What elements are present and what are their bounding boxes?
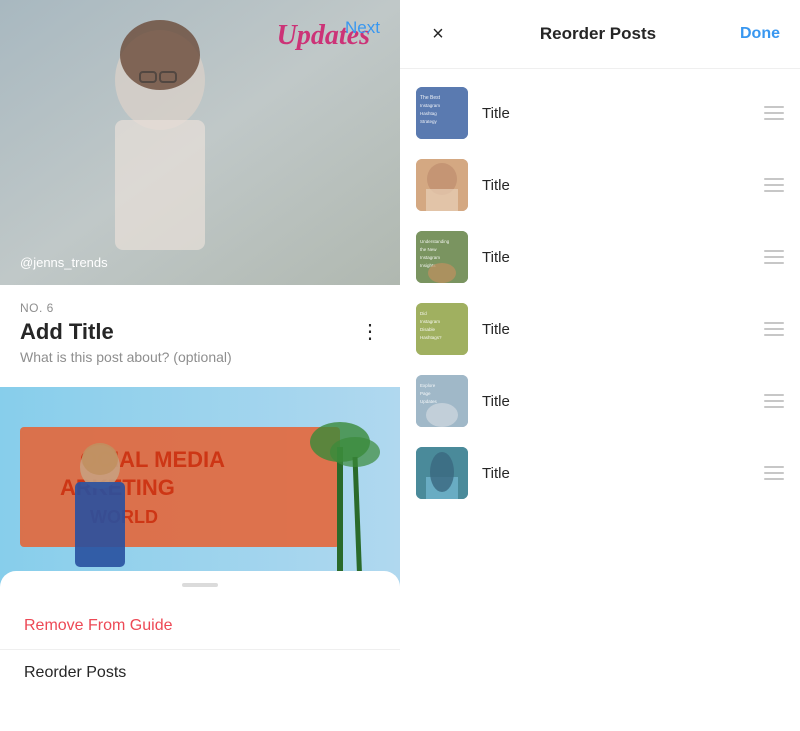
sheet-handle [182, 583, 218, 587]
reorder-list: The Best Instagram Hashtag Strategy Titl… [400, 69, 800, 731]
drag-handle-6[interactable] [764, 466, 784, 480]
more-options-icon[interactable]: ⋮ [360, 322, 380, 342]
svg-text:Hashtag: Hashtag [420, 111, 437, 116]
drag-line [764, 250, 784, 252]
drag-line [764, 328, 784, 330]
thumbnail-2 [416, 159, 468, 211]
drag-line [764, 400, 784, 402]
svg-text:Hashtags?: Hashtags? [420, 335, 442, 340]
thumbnail-3: Understanding the New Instagram Insights [416, 231, 468, 283]
thumbnail-image-1: The Best Instagram Hashtag Strategy [416, 87, 468, 139]
drag-line [764, 472, 784, 474]
item-title-2: Title [482, 177, 750, 194]
second-image-illustration: OCIAL MEDIA ARKETING WORLD [0, 387, 400, 587]
thumbnail-6 [416, 447, 468, 499]
drag-line [764, 256, 784, 258]
drag-handle-2[interactable] [764, 178, 784, 192]
reorder-header: × Reorder Posts Done [400, 0, 800, 69]
drag-line [764, 178, 784, 180]
svg-text:Updates: Updates [420, 399, 438, 404]
right-panel: × Reorder Posts Done The Best Instagram … [400, 0, 800, 731]
svg-text:Instagram: Instagram [420, 319, 440, 324]
svg-text:the New: the New [420, 247, 437, 252]
drag-line [764, 334, 784, 336]
username-label: @jenns_trends [20, 255, 108, 270]
drag-line [764, 262, 784, 264]
list-item: Understanding the New Instagram Insights… [400, 221, 800, 293]
svg-text:Disable: Disable [420, 327, 436, 332]
thumbnail-image-2 [416, 159, 468, 211]
close-button[interactable]: × [420, 16, 456, 52]
done-button[interactable]: Done [740, 25, 780, 43]
svg-text:Did: Did [420, 311, 427, 316]
svg-text:Strategy: Strategy [420, 119, 438, 124]
drag-line [764, 394, 784, 396]
drag-line [764, 190, 784, 192]
drag-handle-3[interactable] [764, 250, 784, 264]
drag-handle-4[interactable] [764, 322, 784, 336]
svg-text:Understanding: Understanding [420, 239, 450, 244]
post-title-row: Add Title ⋮ [20, 319, 380, 345]
svg-text:Page: Page [420, 391, 431, 396]
svg-text:Explore: Explore [420, 383, 436, 388]
svg-text:Instagram: Instagram [420, 255, 440, 260]
item-title-6: Title [482, 465, 750, 482]
remove-from-guide-button[interactable]: Remove From Guide [0, 603, 400, 649]
thumbnail-5: Explore Page Updates [416, 375, 468, 427]
svg-text:Instagram: Instagram [420, 103, 440, 108]
list-item: The Best Instagram Hashtag Strategy Titl… [400, 77, 800, 149]
reorder-title: Reorder Posts [540, 24, 656, 44]
thumbnail-image-5: Explore Page Updates [416, 375, 468, 427]
drag-line [764, 112, 784, 114]
left-panel: Next [0, 0, 400, 731]
thumbnail-image-3: Understanding the New Instagram Insights [416, 231, 468, 283]
left-header: Next [325, 0, 400, 56]
list-item: Title [400, 149, 800, 221]
post-info: NO. 6 Add Title ⋮ What is this post abou… [0, 285, 400, 387]
bottom-sheet: Remove From Guide Reorder Posts [0, 571, 400, 731]
list-item: Explore Page Updates Title [400, 365, 800, 437]
drag-handle-5[interactable] [764, 394, 784, 408]
thumbnail-image-4: Did Instagram Disable Hashtags? [416, 303, 468, 355]
drag-line [764, 118, 784, 120]
drag-line [764, 322, 784, 324]
drag-handle-1[interactable] [764, 106, 784, 120]
reorder-posts-button[interactable]: Reorder Posts [0, 649, 400, 696]
item-title-1: Title [482, 105, 750, 122]
list-item: Did Instagram Disable Hashtags? Title [400, 293, 800, 365]
drag-line [764, 106, 784, 108]
post-title: Add Title [20, 319, 114, 345]
item-title-4: Title [482, 321, 750, 338]
drag-line [764, 406, 784, 408]
list-item: Title [400, 437, 800, 509]
drag-line [764, 184, 784, 186]
svg-text:The Best: The Best [420, 95, 441, 101]
next-button[interactable]: Next [345, 18, 380, 37]
second-image: OCIAL MEDIA ARKETING WORLD [0, 387, 400, 587]
item-title-3: Title [482, 249, 750, 266]
thumbnail-4: Did Instagram Disable Hashtags? [416, 303, 468, 355]
thumbnail-1: The Best Instagram Hashtag Strategy [416, 87, 468, 139]
post-subtitle: What is this post about? (optional) [20, 349, 380, 377]
post-number: NO. 6 [20, 301, 380, 315]
drag-line [764, 466, 784, 468]
item-title-5: Title [482, 393, 750, 410]
drag-line [764, 478, 784, 480]
thumbnail-image-6 [416, 447, 468, 499]
